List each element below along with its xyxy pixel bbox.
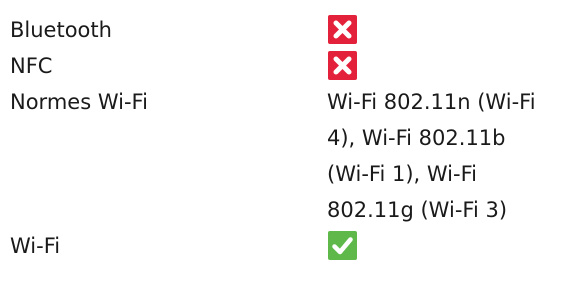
spec-value-line: Wi-Fi 802.11n (Wi-Fi — [327, 90, 536, 114]
spec-label-bluetooth: Bluetooth — [10, 18, 112, 42]
cross-icon — [328, 15, 357, 44]
spec-value-wifi-standards: Wi-Fi 802.11n (Wi-Fi 4), Wi-Fi 802.11b (… — [327, 84, 581, 228]
spec-value-line: 802.11g (Wi-Fi 3) — [327, 198, 508, 222]
spec-value-line: (Wi-Fi 1), Wi-Fi — [327, 162, 477, 186]
checkmark-icon — [328, 231, 357, 260]
spec-label-wifi-standards: Normes Wi-Fi — [10, 90, 148, 114]
spec-label-nfc: NFC — [10, 54, 53, 78]
spec-label-wifi: Wi-Fi — [10, 234, 61, 258]
spec-value-line: 4), Wi-Fi 802.11b — [327, 126, 506, 150]
cross-icon — [328, 51, 357, 80]
